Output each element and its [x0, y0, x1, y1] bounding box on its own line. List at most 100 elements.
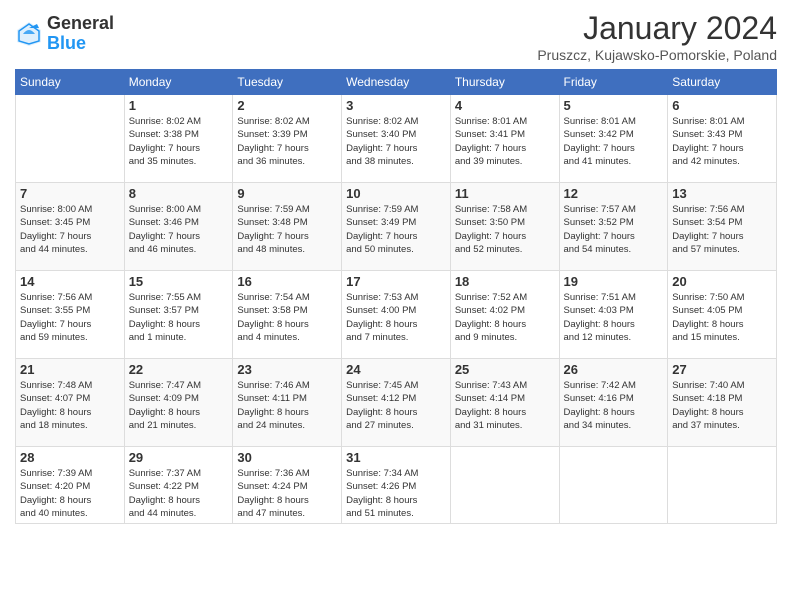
- day-info-line: Sunset: 3:46 PM: [129, 216, 229, 229]
- day-number: 20: [672, 274, 772, 289]
- calendar-cell: 16Sunrise: 7:54 AMSunset: 3:58 PMDayligh…: [233, 271, 342, 359]
- day-info-line: and 21 minutes.: [129, 419, 229, 432]
- day-info-line: and 47 minutes.: [237, 507, 337, 520]
- day-info-line: Daylight: 8 hours: [346, 318, 446, 331]
- calendar-cell: 6Sunrise: 8:01 AMSunset: 3:43 PMDaylight…: [668, 95, 777, 183]
- day-info-line: Daylight: 8 hours: [455, 406, 555, 419]
- day-info-line: and 57 minutes.: [672, 243, 772, 256]
- calendar: SundayMondayTuesdayWednesdayThursdayFrid…: [15, 69, 777, 524]
- day-info-line: Daylight: 7 hours: [564, 230, 664, 243]
- calendar-cell: 28 Sunrise: 7:39 AMSunset: 4:20 PMDayligh…: [16, 447, 125, 524]
- day-number: 28: [20, 450, 120, 465]
- day-number: 26: [564, 362, 664, 377]
- day-number: 8: [129, 186, 229, 201]
- month-title: January 2024: [537, 10, 777, 47]
- calendar-cell: 13Sunrise: 7:56 AMSunset: 3:54 PMDayligh…: [668, 183, 777, 271]
- day-info-line: Sunrise: 8:01 AM: [672, 115, 772, 128]
- day-info-line: Daylight: 8 hours: [346, 406, 446, 419]
- day-info-line: Sunset: 3:50 PM: [455, 216, 555, 229]
- day-info-line: Sunrise: 7:55 AM: [129, 291, 229, 304]
- week-row-4: 21Sunrise: 7:48 AMSunset: 4:07 PMDayligh…: [16, 359, 777, 447]
- day-info-line: Daylight: 7 hours: [455, 230, 555, 243]
- day-info-line: Sunrise: 7:39 AM: [20, 467, 120, 480]
- day-info-line: and 1 minute.: [129, 331, 229, 344]
- day-number: 30: [237, 450, 337, 465]
- day-info-line: and 52 minutes.: [455, 243, 555, 256]
- day-info-line: Sunrise: 7:47 AM: [129, 379, 229, 392]
- day-info-line: and 44 minutes.: [129, 507, 229, 520]
- day-info-line: Daylight: 7 hours: [129, 142, 229, 155]
- day-info-line: Daylight: 8 hours: [20, 494, 120, 507]
- weekday-header-tuesday: Tuesday: [233, 70, 342, 95]
- calendar-cell: 9Sunrise: 7:59 AMSunset: 3:48 PMDaylight…: [233, 183, 342, 271]
- day-number: 11: [455, 186, 555, 201]
- day-info-line: Sunset: 4:09 PM: [129, 392, 229, 405]
- day-info-line: Daylight: 8 hours: [237, 406, 337, 419]
- calendar-cell: 7Sunrise: 8:00 AMSunset: 3:45 PMDaylight…: [16, 183, 125, 271]
- week-row-3: 14Sunrise: 7:56 AMSunset: 3:55 PMDayligh…: [16, 271, 777, 359]
- day-info-line: Daylight: 8 hours: [237, 494, 337, 507]
- weekday-header-friday: Friday: [559, 70, 668, 95]
- calendar-cell: 10Sunrise: 7:59 AMSunset: 3:49 PMDayligh…: [342, 183, 451, 271]
- day-info-line: Sunrise: 7:58 AM: [455, 203, 555, 216]
- calendar-cell: 23Sunrise: 7:46 AMSunset: 4:11 PMDayligh…: [233, 359, 342, 447]
- day-info-line: Sunrise: 8:02 AM: [346, 115, 446, 128]
- day-number: 31: [346, 450, 446, 465]
- day-info-line: Sunset: 3:55 PM: [20, 304, 120, 317]
- week-row-2: 7Sunrise: 8:00 AMSunset: 3:45 PMDaylight…: [16, 183, 777, 271]
- week-row-1: 1Sunrise: 8:02 AMSunset: 3:38 PMDaylight…: [16, 95, 777, 183]
- weekday-header-saturday: Saturday: [668, 70, 777, 95]
- day-info-line: Sunrise: 7:37 AM: [129, 467, 229, 480]
- day-info-line: Sunset: 4:03 PM: [564, 304, 664, 317]
- day-info-line: and 4 minutes.: [237, 331, 337, 344]
- day-info-line: and 37 minutes.: [672, 419, 772, 432]
- calendar-cell: 3Sunrise: 8:02 AMSunset: 3:40 PMDaylight…: [342, 95, 451, 183]
- day-info-line: and 42 minutes.: [672, 155, 772, 168]
- day-info-line: Sunrise: 7:53 AM: [346, 291, 446, 304]
- calendar-cell: 12Sunrise: 7:57 AMSunset: 3:52 PMDayligh…: [559, 183, 668, 271]
- day-info-line: Daylight: 7 hours: [20, 318, 120, 331]
- day-info-line: and 27 minutes.: [346, 419, 446, 432]
- calendar-cell: 5Sunrise: 8:01 AMSunset: 3:42 PMDaylight…: [559, 95, 668, 183]
- day-info-line: Sunrise: 7:59 AM: [237, 203, 337, 216]
- day-info-line: Sunset: 3:57 PM: [129, 304, 229, 317]
- day-info-line: Sunrise: 7:34 AM: [346, 467, 446, 480]
- title-block: January 2024 Pruszcz, Kujawsko-Pomorskie…: [537, 10, 777, 63]
- calendar-cell: 1Sunrise: 8:02 AMSunset: 3:38 PMDaylight…: [124, 95, 233, 183]
- day-info-line: and 39 minutes.: [455, 155, 555, 168]
- day-info-line: Daylight: 7 hours: [346, 142, 446, 155]
- day-number: 9: [237, 186, 337, 201]
- day-info-line: and 34 minutes.: [564, 419, 664, 432]
- day-info-line: Sunrise: 7:46 AM: [237, 379, 337, 392]
- day-number: 29: [129, 450, 229, 465]
- day-info-line: Sunset: 3:45 PM: [20, 216, 120, 229]
- day-info-line: Daylight: 7 hours: [20, 230, 120, 243]
- day-info-line: Daylight: 8 hours: [672, 318, 772, 331]
- logo-blue-text: Blue: [47, 33, 86, 53]
- day-info-line: Sunset: 3:38 PM: [129, 128, 229, 141]
- day-info-line: Daylight: 8 hours: [455, 318, 555, 331]
- day-number: 3: [346, 98, 446, 113]
- day-info-line: Sunset: 4:18 PM: [672, 392, 772, 405]
- day-info-line: Sunset: 4:05 PM: [672, 304, 772, 317]
- day-info-line: Daylight: 8 hours: [20, 406, 120, 419]
- day-info-line: and 7 minutes.: [346, 331, 446, 344]
- day-info-line: Daylight: 7 hours: [672, 142, 772, 155]
- day-info-line: and 24 minutes.: [237, 419, 337, 432]
- day-info-line: Daylight: 7 hours: [346, 230, 446, 243]
- day-number: 21: [20, 362, 120, 377]
- weekday-header-thursday: Thursday: [450, 70, 559, 95]
- day-info-line: Sunset: 4:00 PM: [346, 304, 446, 317]
- day-info-line: and 41 minutes.: [564, 155, 664, 168]
- day-info-line: Daylight: 7 hours: [672, 230, 772, 243]
- week-row-5: 28Sunrise: 7:39 AMSunset: 4:20 PMDayligh…: [16, 447, 777, 524]
- location: Pruszcz, Kujawsko-Pomorskie, Poland: [537, 47, 777, 63]
- day-number: 23: [237, 362, 337, 377]
- day-info-line: Sunrise: 7:42 AM: [564, 379, 664, 392]
- logo-general-text: General: [47, 13, 114, 33]
- day-number: 27: [672, 362, 772, 377]
- calendar-cell: [559, 447, 668, 524]
- day-info-line: Sunset: 4:20 PM: [20, 480, 120, 493]
- day-info-line: Sunset: 3:54 PM: [672, 216, 772, 229]
- day-info-line: Sunrise: 7:59 AM: [346, 203, 446, 216]
